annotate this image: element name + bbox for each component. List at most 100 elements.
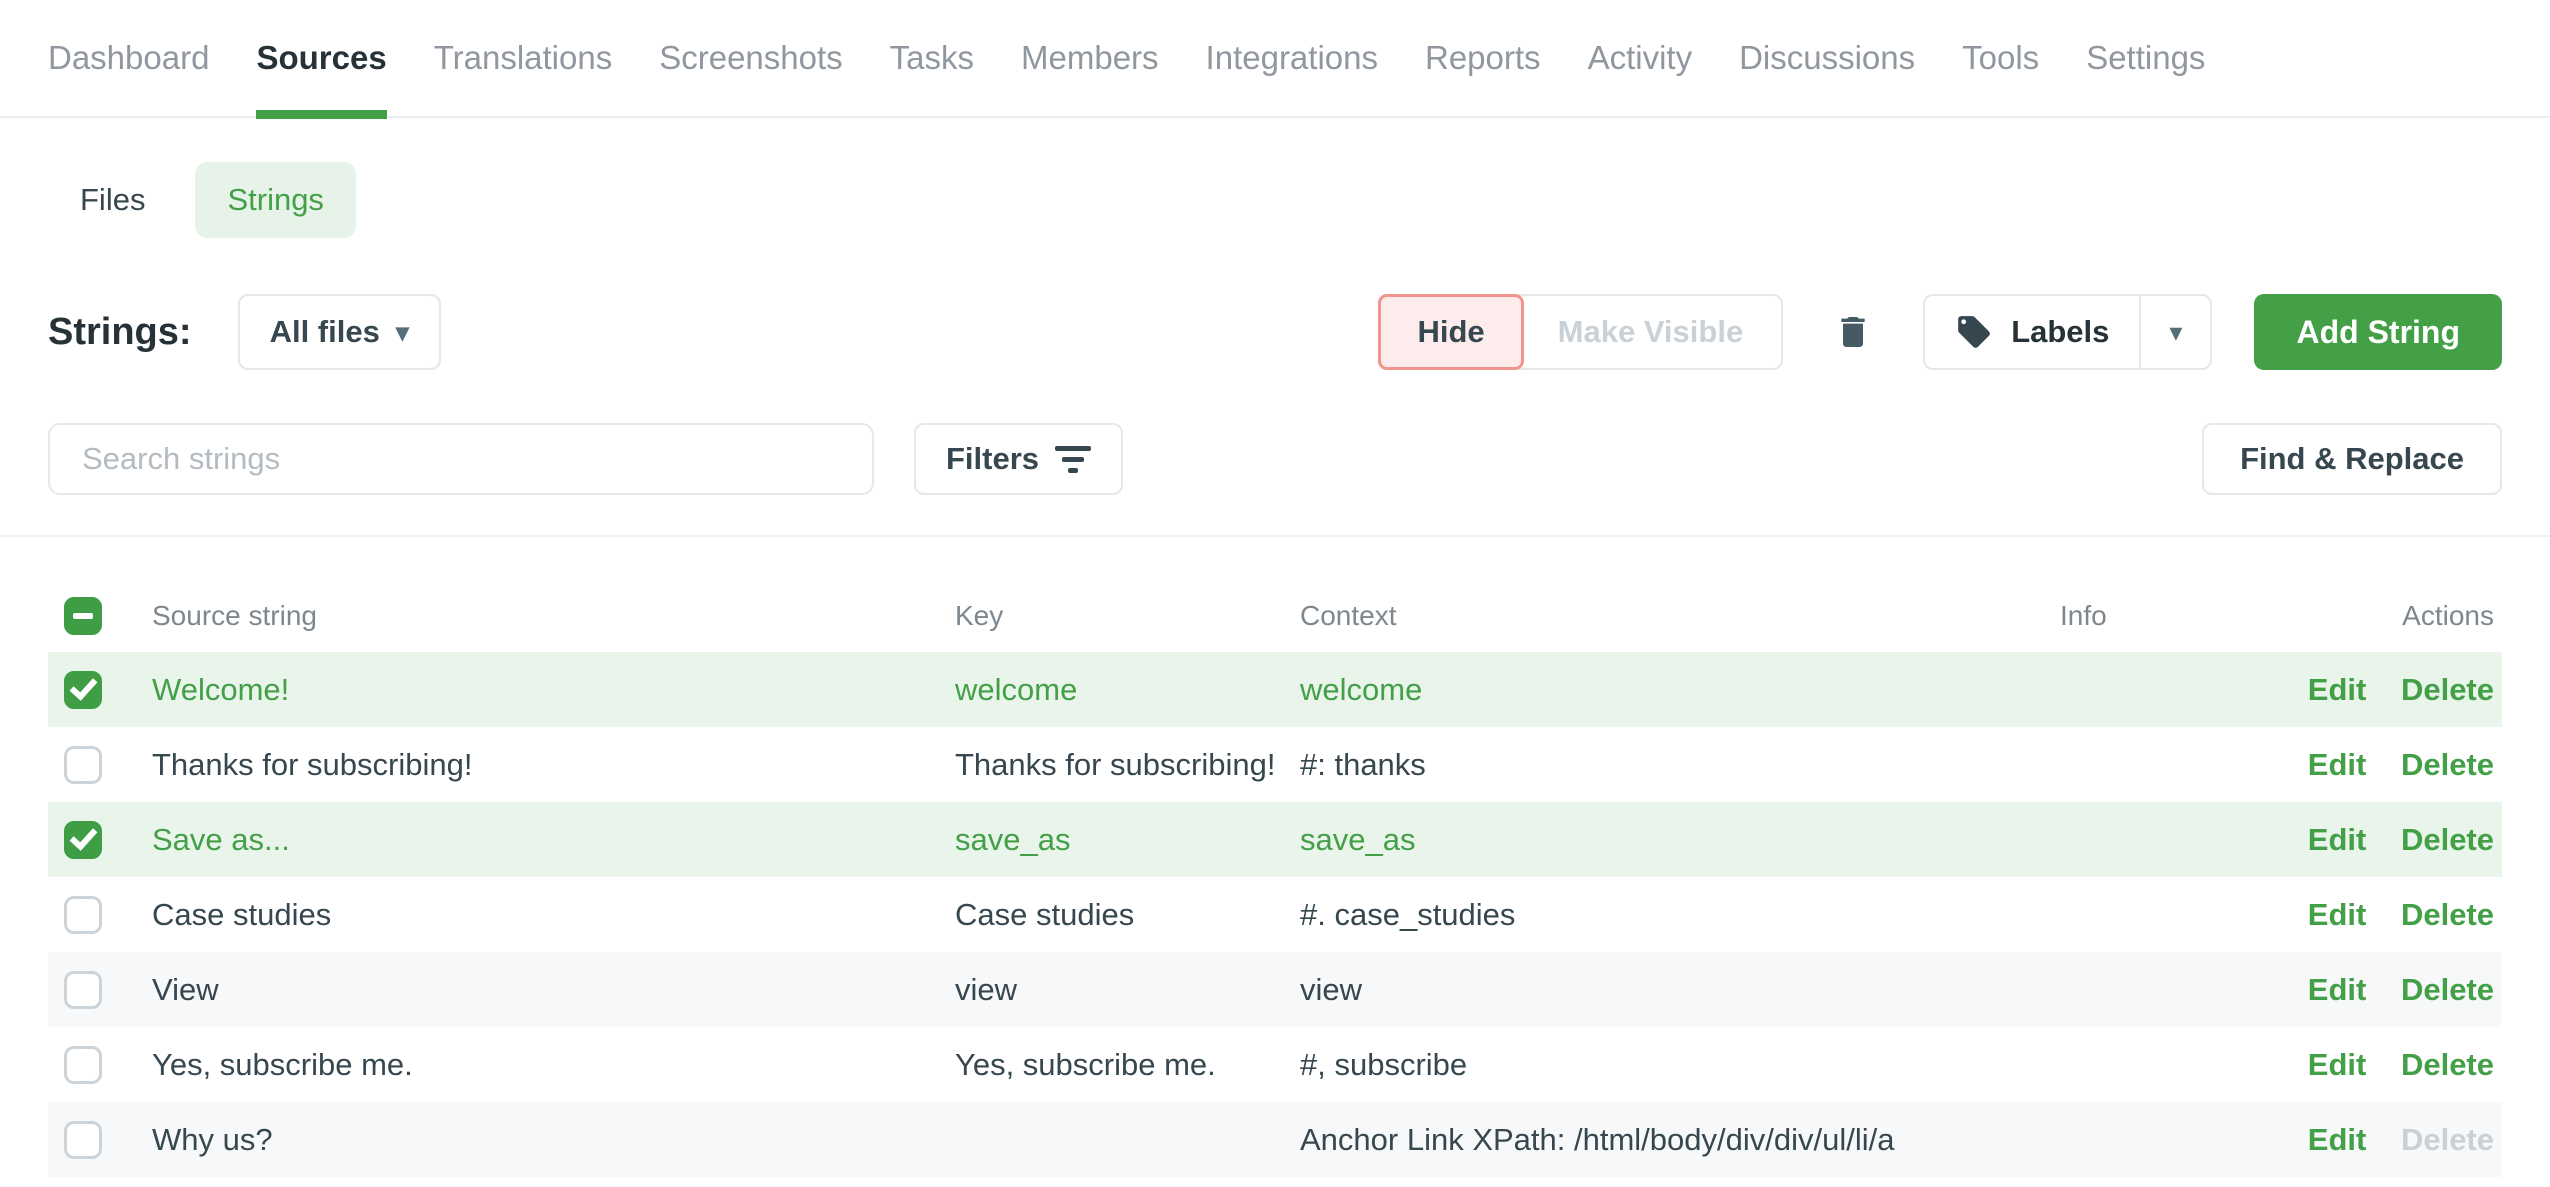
- source-string-cell: Case studies: [152, 897, 955, 933]
- chevron-down-icon: ▾: [2169, 319, 2182, 345]
- context-cell: view: [1300, 972, 2060, 1008]
- context-cell: #: thanks: [1300, 747, 2060, 783]
- select-all-checkbox[interactable]: [64, 597, 102, 635]
- delete-link[interactable]: Delete: [2401, 1122, 2494, 1157]
- table-row: Yes, subscribe me. Yes, subscribe me. #,…: [48, 1027, 2502, 1102]
- row-checkbox[interactable]: [64, 746, 102, 784]
- table-row: Case studies Case studies #. case_studie…: [48, 877, 2502, 952]
- tab-files[interactable]: Files: [48, 162, 177, 238]
- file-filter-dropdown[interactable]: All files ▾: [238, 294, 441, 370]
- delete-link[interactable]: Delete: [2401, 822, 2494, 857]
- hide-button[interactable]: Hide: [1378, 294, 1523, 370]
- nav-item-tasks[interactable]: Tasks: [890, 0, 974, 117]
- page-title: Strings:: [48, 311, 192, 354]
- search-strings-input[interactable]: [48, 423, 874, 495]
- row-checkbox[interactable]: [64, 971, 102, 1009]
- delete-link[interactable]: Delete: [2401, 747, 2494, 782]
- edit-link[interactable]: Edit: [2308, 672, 2367, 707]
- row-actions: Edit Delete: [2190, 1047, 2502, 1083]
- key-cell: view: [955, 972, 1300, 1008]
- key-cell: Case studies: [955, 897, 1300, 933]
- row-actions: Edit Delete: [2190, 672, 2502, 708]
- edit-link[interactable]: Edit: [2308, 822, 2367, 857]
- add-string-button[interactable]: Add String: [2254, 294, 2502, 370]
- row-actions: Edit Delete: [2190, 972, 2502, 1008]
- nav-item-integrations[interactable]: Integrations: [1206, 0, 1378, 117]
- tab-strings[interactable]: Strings: [195, 162, 355, 238]
- column-header-actions: Actions: [2190, 600, 2502, 632]
- column-header-info: Info: [2060, 600, 2190, 632]
- context-cell: Anchor Link XPath: /html/body/div/div/ul…: [1300, 1122, 2060, 1158]
- nav-item-activity[interactable]: Activity: [1588, 0, 1693, 117]
- table-header: Source string Key Context Info Actions: [48, 580, 2502, 652]
- row-actions: Edit Delete: [2190, 1122, 2502, 1158]
- table-row: View view view Edit Delete: [48, 952, 2502, 1027]
- row-actions: Edit Delete: [2190, 822, 2502, 858]
- key-cell: Thanks for subscribing!: [955, 747, 1300, 783]
- key-cell: welcome: [955, 672, 1300, 708]
- chevron-down-icon: ▾: [396, 319, 409, 345]
- nav-item-reports[interactable]: Reports: [1425, 0, 1541, 117]
- row-actions: Edit Delete: [2190, 897, 2502, 933]
- row-checkbox[interactable]: [64, 896, 102, 934]
- table-row: Why us? Anchor Link XPath: /html/body/di…: [48, 1102, 2502, 1177]
- delete-link[interactable]: Delete: [2401, 1047, 2494, 1082]
- edit-link[interactable]: Edit: [2308, 1122, 2367, 1157]
- edit-link[interactable]: Edit: [2308, 1047, 2367, 1082]
- row-checkbox[interactable]: [64, 671, 102, 709]
- table-row: Welcome! welcome welcome Edit Delete: [48, 652, 2502, 727]
- content-divider: [0, 535, 2550, 537]
- context-cell: #. case_studies: [1300, 897, 2060, 933]
- table-row: Save as... save_as save_as Edit Delete: [48, 802, 2502, 877]
- delete-strings-button[interactable]: [1827, 308, 1879, 356]
- nav-item-tools[interactable]: Tools: [1962, 0, 2039, 117]
- row-checkbox[interactable]: [64, 1121, 102, 1159]
- context-cell: #, subscribe: [1300, 1047, 2060, 1083]
- file-filter-label: All files: [270, 314, 380, 350]
- trash-icon: [1833, 309, 1873, 355]
- find-replace-button[interactable]: Find & Replace: [2202, 423, 2502, 495]
- edit-link[interactable]: Edit: [2308, 897, 2367, 932]
- context-cell: save_as: [1300, 822, 2060, 858]
- source-string-cell: Thanks for subscribing!: [152, 747, 955, 783]
- source-string-cell: Yes, subscribe me.: [152, 1047, 955, 1083]
- labels-button-label: Labels: [2011, 314, 2109, 350]
- source-string-cell: Welcome!: [152, 672, 955, 708]
- nav-item-sources[interactable]: Sources: [256, 0, 386, 117]
- filters-button-label: Filters: [946, 441, 1039, 477]
- filters-button[interactable]: Filters: [914, 423, 1123, 495]
- row-actions: Edit Delete: [2190, 747, 2502, 783]
- top-nav: Dashboard Sources Translations Screenshots T…: [0, 0, 2550, 118]
- labels-dropdown-toggle[interactable]: ▾: [2141, 296, 2210, 368]
- search-row: Filters Find & Replace: [48, 423, 2502, 495]
- strings-table: Welcome! welcome welcome Edit Delete Tha…: [48, 652, 2502, 1177]
- row-checkbox[interactable]: [64, 1046, 102, 1084]
- context-cell: welcome: [1300, 672, 2060, 708]
- table-row: Thanks for subscribing! Thanks for subsc…: [48, 727, 2502, 802]
- nav-item-discussions[interactable]: Discussions: [1739, 0, 1915, 117]
- sources-subtabs: FilesStrings: [48, 162, 2502, 238]
- edit-link[interactable]: Edit: [2308, 972, 2367, 1007]
- edit-link[interactable]: Edit: [2308, 747, 2367, 782]
- nav-item-settings[interactable]: Settings: [2086, 0, 2205, 117]
- make-visible-button[interactable]: Make Visible: [1518, 294, 1784, 370]
- source-string-cell: Save as...: [152, 822, 955, 858]
- delete-link[interactable]: Delete: [2401, 672, 2494, 707]
- source-string-cell: Why us?: [152, 1122, 955, 1158]
- nav-item-dashboard[interactable]: Dashboard: [48, 0, 209, 117]
- labels-button[interactable]: Labels: [1925, 296, 2139, 368]
- delete-link[interactable]: Delete: [2401, 972, 2494, 1007]
- key-cell: save_as: [955, 822, 1300, 858]
- nav-item-members[interactable]: Members: [1021, 0, 1159, 117]
- nav-item-translations[interactable]: Translations: [434, 0, 613, 117]
- column-header-source: Source string: [152, 600, 955, 632]
- row-checkbox[interactable]: [64, 821, 102, 859]
- labels-button-group: Labels ▾: [1923, 294, 2212, 370]
- column-header-key: Key: [955, 600, 1300, 632]
- delete-link[interactable]: Delete: [2401, 897, 2494, 932]
- key-cell: Yes, subscribe me.: [955, 1047, 1300, 1083]
- source-string-cell: View: [152, 972, 955, 1008]
- column-header-context: Context: [1300, 600, 2060, 632]
- strings-toolbar: Strings: All files ▾ Hide Make Visible: [48, 294, 2502, 370]
- nav-item-screenshots[interactable]: Screenshots: [659, 0, 842, 117]
